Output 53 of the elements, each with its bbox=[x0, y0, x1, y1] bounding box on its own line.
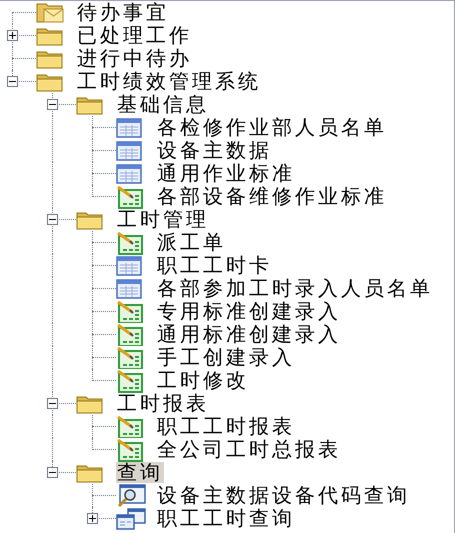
tree-item[interactable]: 专用标准创建录入 bbox=[156, 301, 342, 322]
windows-icon bbox=[116, 508, 146, 530]
tree-item[interactable]: 手工创建录入 bbox=[156, 347, 296, 368]
tree-item[interactable]: 进行中待办 bbox=[76, 48, 193, 69]
tree-item[interactable]: 全公司工时总报表 bbox=[156, 439, 342, 460]
folder-icon bbox=[36, 26, 64, 46]
collapse-button[interactable] bbox=[47, 99, 58, 110]
tree-item[interactable]: 各部参加工时录入人员名单 bbox=[156, 278, 434, 299]
collapse-button[interactable] bbox=[47, 467, 58, 478]
tree-item[interactable]: 工时管理 bbox=[116, 209, 210, 230]
tree-item[interactable]: 工时修改 bbox=[156, 370, 250, 391]
edit-sheet-icon bbox=[116, 346, 144, 370]
collapse-button[interactable] bbox=[47, 214, 58, 225]
magnifier-window-icon bbox=[116, 484, 146, 508]
edit-sheet-icon bbox=[116, 414, 144, 438]
table-icon bbox=[116, 118, 142, 138]
expand-button[interactable] bbox=[7, 30, 18, 41]
tree-item[interactable]: 设备主数据设备代码查询 bbox=[156, 485, 411, 506]
edit-sheet-icon bbox=[116, 368, 144, 392]
expand-button[interactable] bbox=[87, 513, 98, 524]
table-icon bbox=[116, 140, 142, 160]
tree-item[interactable]: 通用标准创建录入 bbox=[156, 324, 342, 345]
tree-item[interactable]: 各检修作业部人员名单 bbox=[156, 117, 388, 138]
edit-sheet-icon bbox=[116, 184, 144, 208]
tree-item[interactable]: 待办事宜 bbox=[76, 2, 170, 23]
tree-item[interactable]: 查询 bbox=[116, 462, 164, 483]
tree-item[interactable]: 派工单 bbox=[156, 232, 227, 253]
folder-icon bbox=[76, 462, 104, 482]
collapse-button[interactable] bbox=[47, 398, 58, 409]
tree-item[interactable]: 已处理工作 bbox=[76, 25, 193, 46]
folder-icon bbox=[76, 210, 104, 230]
tree-item[interactable]: 工时绩效管理系统 bbox=[76, 71, 262, 92]
tree-item[interactable]: 职工工时卡 bbox=[156, 255, 273, 276]
tree-item[interactable]: 各部设备维修作业标准 bbox=[156, 186, 388, 207]
table-icon bbox=[116, 164, 142, 184]
folder-icon bbox=[36, 72, 64, 92]
edit-sheet-icon bbox=[116, 230, 144, 254]
folder-icon bbox=[36, 48, 64, 68]
table-icon bbox=[116, 278, 142, 298]
envelope-folder-icon bbox=[36, 2, 64, 24]
collapse-button[interactable] bbox=[7, 76, 18, 87]
edit-sheet-icon bbox=[116, 322, 144, 346]
tree-item[interactable]: 基础信息 bbox=[116, 94, 210, 115]
tree-item[interactable]: 职工工时报表 bbox=[156, 416, 296, 437]
table-icon bbox=[116, 256, 142, 276]
tree-item[interactable]: 职工工时查询 bbox=[156, 508, 296, 529]
folder-icon bbox=[76, 94, 104, 114]
folder-icon bbox=[76, 394, 104, 414]
tree-item[interactable]: 工时报表 bbox=[116, 393, 210, 414]
tree-item[interactable]: 设备主数据 bbox=[156, 140, 273, 161]
tree-item[interactable]: 通用作业标准 bbox=[156, 163, 296, 184]
edit-sheet-icon bbox=[116, 438, 144, 462]
edit-sheet-icon bbox=[116, 300, 144, 324]
